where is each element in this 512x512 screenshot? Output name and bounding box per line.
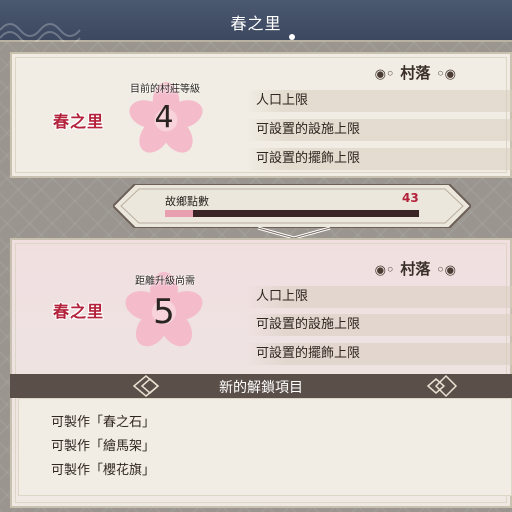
next-level-number: 5: [153, 292, 175, 332]
current-level-number: 4: [154, 100, 174, 135]
unlock-list: 可製作「春之石」 可製作「繪馬架」 可製作「櫻花旗」: [18, 398, 512, 496]
next-section-title: 村落: [400, 260, 431, 278]
cloud-swirl-icon: ◦◉: [436, 67, 456, 82]
next-stat-row-facility: 可設置的設施上限: [246, 314, 512, 336]
current-level-label: 目前的村莊等級: [130, 84, 200, 95]
page-title: 春之里: [230, 14, 282, 33]
stat-row-facility: 可設置的設施上限: [246, 119, 512, 141]
stat-row-decoration: 可設置的擺飾上限: [246, 148, 512, 170]
diamond-ornament-icon: [426, 374, 458, 398]
stat-row-population: 人口上限: [246, 90, 512, 112]
points-progress-bar: [165, 210, 419, 217]
current-section-title: 村落: [400, 64, 431, 82]
points-label: 故鄉點數: [165, 195, 209, 208]
page-indicator-dot: [289, 34, 295, 40]
unlock-item: 可製作「櫻花旗」: [51, 463, 156, 478]
unlock-header-bar: 新的解鎖項目: [10, 374, 512, 398]
next-stat-row-population: 人口上限: [246, 286, 512, 308]
cloud-swirl-icon: ◉◦: [374, 67, 395, 82]
next-village-name: 春之里: [53, 302, 105, 321]
cloud-swirl-icon: ◉◦: [374, 263, 395, 278]
current-village-name: 春之里: [53, 112, 105, 131]
points-value: 43: [402, 191, 419, 205]
unlock-item: 可製作「春之石」: [51, 415, 156, 430]
current-section-header: ◉◦ 村落 ◦◉: [369, 62, 462, 83]
next-section-header: ◉◦ 村落 ◦◉: [369, 258, 462, 279]
cloud-swirl-icon: ◦◉: [436, 263, 456, 278]
next-level-label: 距離升級尚需: [135, 276, 195, 287]
unlock-item: 可製作「繪馬架」: [51, 439, 156, 454]
points-progress-fill: [165, 210, 193, 217]
next-stat-row-decoration: 可設置的擺飾上限: [246, 343, 512, 365]
title-bar: 春之里: [0, 0, 512, 42]
